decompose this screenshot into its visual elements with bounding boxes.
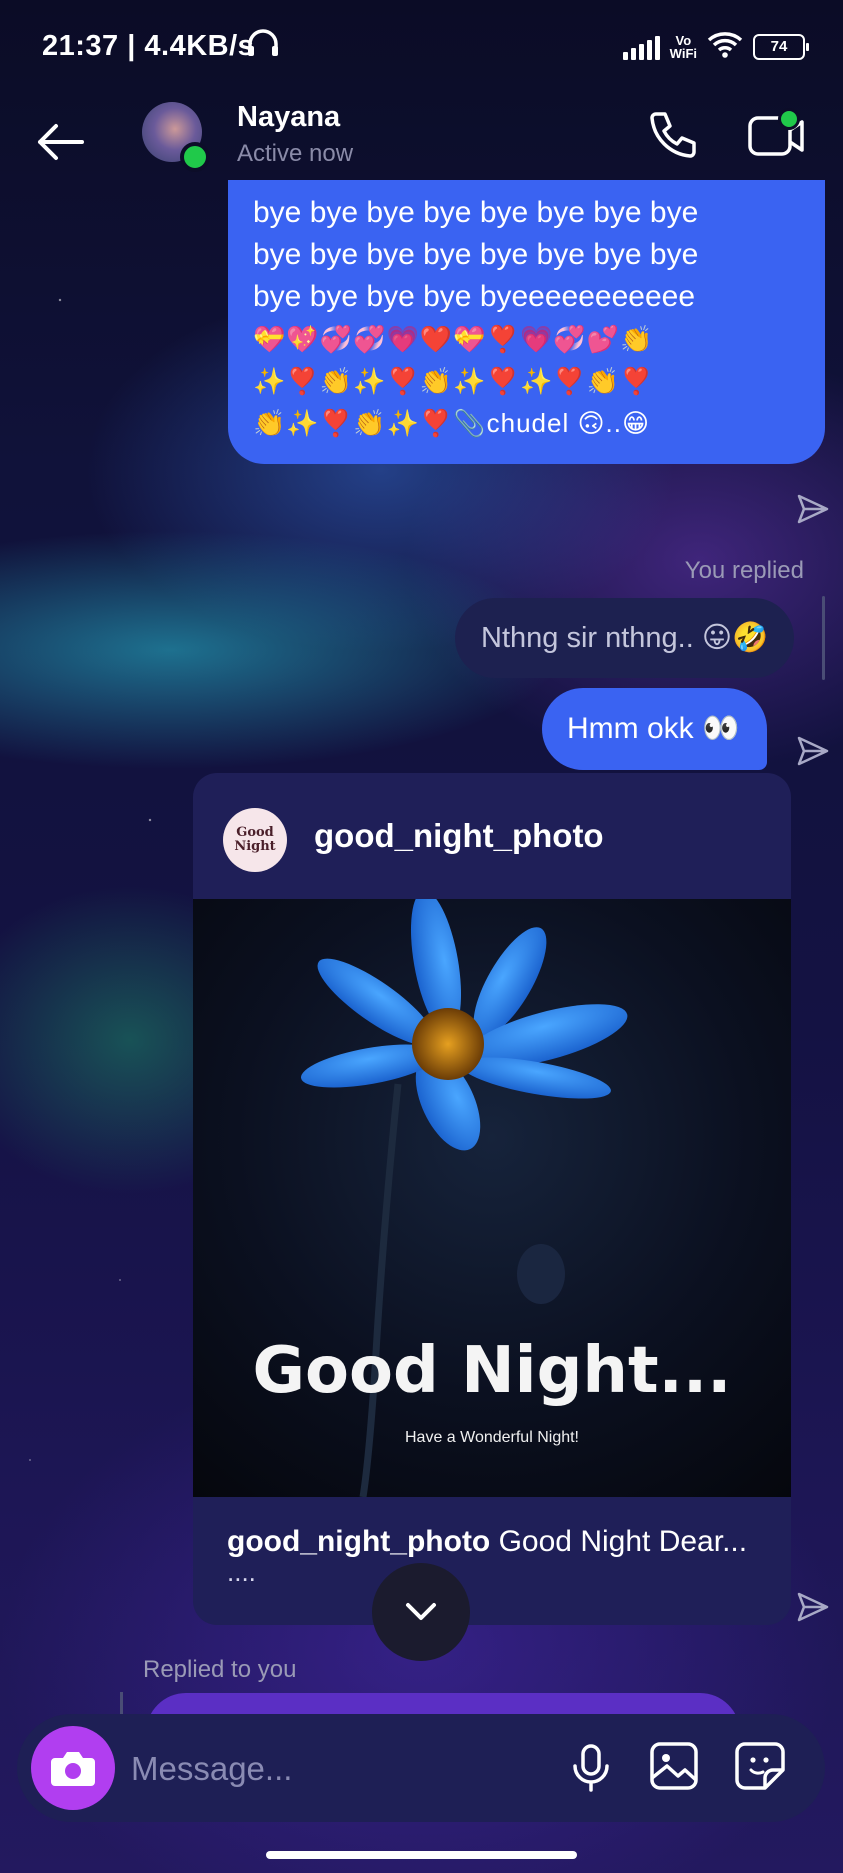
caption-text: Good Night Dear... — [490, 1525, 748, 1558]
share-send-icon[interactable] — [796, 1590, 830, 1624]
headphones-icon — [246, 28, 280, 63]
share-send-icon[interactable] — [796, 492, 830, 526]
post-username[interactable]: good_night_photo — [314, 817, 604, 855]
vowifi-label: Vo WiFi — [669, 32, 697, 61]
camera-icon — [51, 1752, 95, 1786]
gallery-button[interactable] — [647, 1738, 703, 1794]
scroll-to-bottom-button[interactable] — [372, 1563, 470, 1661]
shared-post-card[interactable]: Good Night good_night_photo Good Night..… — [193, 773, 791, 1625]
back-arrow-icon — [38, 124, 84, 160]
home-indicator[interactable] — [266, 1851, 577, 1859]
chat-header: Nayana Active now — [0, 96, 843, 192]
voice-call-button[interactable] — [642, 106, 702, 166]
contact-name[interactable]: Nayana — [237, 101, 340, 134]
status-time: 21:37 | 4.4KB/s — [42, 30, 255, 62]
camera-button[interactable] — [31, 1726, 115, 1810]
caption-more: .... — [227, 1557, 256, 1587]
voice-message-button[interactable] — [565, 1742, 617, 1794]
message-emoji-line: 👏✨❣️👏✨❣️📎chudel 🙃..😁 — [253, 408, 651, 438]
message-composer — [17, 1714, 825, 1822]
back-button[interactable] — [32, 114, 88, 170]
chevron-down-icon — [406, 1603, 436, 1620]
you-replied-label: You replied — [684, 557, 804, 584]
message-emoji-line: ✨❣️👏✨❣️👏✨❣️✨❣️👏❣️ — [253, 366, 654, 396]
reply-indicator-line — [822, 596, 825, 680]
share-send-icon[interactable] — [796, 734, 830, 768]
sticker-icon — [735, 1742, 785, 1790]
message-text-line: bye bye bye bye bye bye bye bye — [253, 238, 699, 271]
post-account-avatar[interactable]: Good Night — [223, 808, 287, 872]
caption-username: good_night_photo — [227, 1525, 491, 1558]
sent-message-bubble[interactable]: Hmm okk 👀 — [542, 688, 768, 770]
message-text-line: bye bye bye bye byeeeeeeeeeee — [253, 280, 696, 313]
phone-icon — [650, 112, 696, 158]
image-icon — [650, 1742, 698, 1790]
replied-to-you-label: Replied to you — [143, 1656, 297, 1683]
post-caption[interactable]: good_night_photo Good Night Dear... .... — [227, 1523, 767, 1587]
online-status-dot — [180, 142, 210, 172]
message-text-line: bye bye bye bye bye bye bye bye — [253, 196, 699, 229]
contact-active-status: Active now — [237, 140, 354, 167]
status-bar: 21:37 | 4.4KB/s Vo WiFi 74 — [0, 0, 843, 96]
message-input[interactable] — [129, 1740, 563, 1798]
post-image-subtitle: Have a Wonderful Night! — [404, 1429, 579, 1446]
replied-message-bubble[interactable]: Nthng sir nthng.. 😛🤣 — [455, 598, 795, 678]
wifi-icon — [707, 30, 743, 63]
sent-message-bubble[interactable]: bye bye bye bye bye bye bye bye bye bye … — [228, 180, 825, 464]
video-active-dot — [778, 108, 800, 130]
sticker-button[interactable] — [733, 1738, 789, 1794]
signal-icon — [622, 34, 660, 60]
message-emoji-line: 💝💖💞💞💗❤️💝❣️💗💞💕👏 — [253, 324, 654, 354]
battery-indicator: 74 — [753, 33, 809, 60]
microphone-icon — [573, 1744, 609, 1792]
post-image-title: Good Night... — [252, 1334, 732, 1408]
post-header[interactable]: Good Night good_night_photo — [193, 773, 791, 899]
post-image[interactable]: Good Night... Have a Wonderful Night! — [193, 899, 791, 1497]
